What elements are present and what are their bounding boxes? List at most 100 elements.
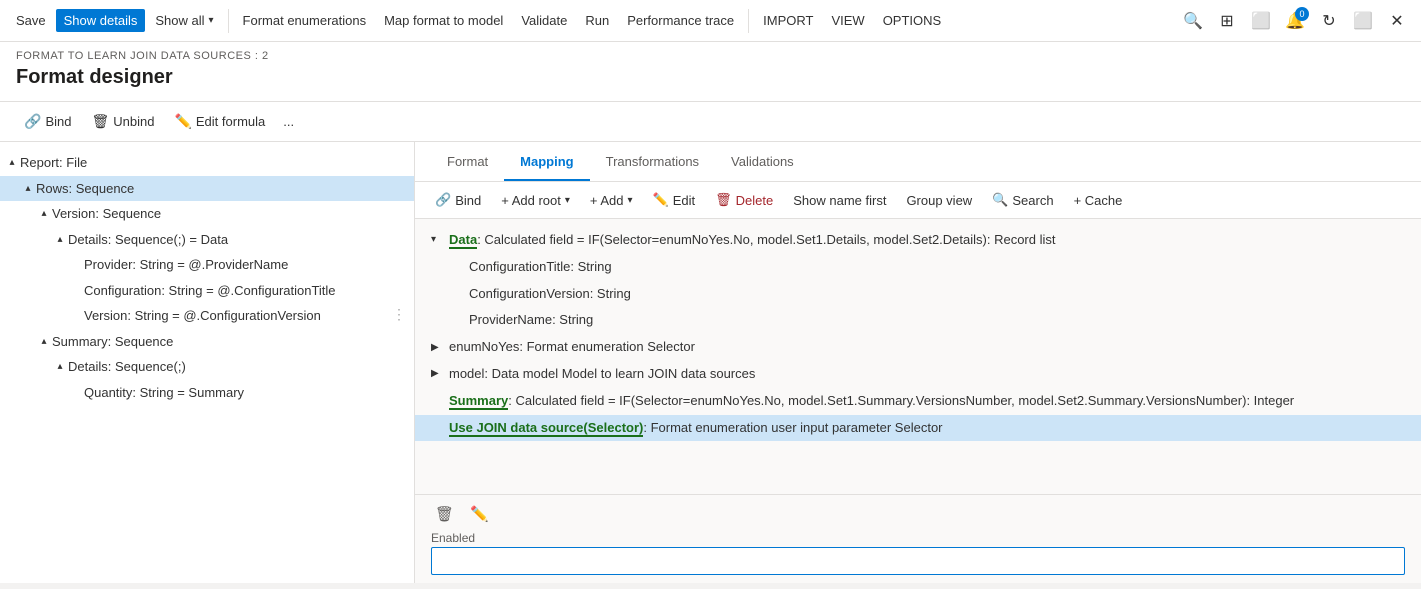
add-button[interactable]: + Add ▾ [582, 189, 641, 212]
popout-button[interactable]: ⬜ [1347, 5, 1379, 37]
tree-toggle-icon: ▴ [20, 181, 36, 196]
map-toggle-icon: ▾ [431, 232, 449, 248]
format-enumerations-button[interactable]: Format enumerations [235, 9, 375, 32]
map-item[interactable]: ConfigurationTitle: String [415, 254, 1421, 281]
map-item[interactable]: ▾Data: Calculated field = IF(Selector=en… [415, 227, 1421, 254]
map-label: Use JOIN data source(Selector): Format e… [449, 418, 943, 439]
import-button[interactable]: IMPORT [755, 9, 821, 32]
map-format-to-model-button[interactable]: Map format to model [376, 9, 511, 32]
separator-1 [228, 9, 229, 33]
formula-text: model: Data model Model to learn JOIN da… [449, 366, 755, 381]
search-button[interactable]: 🔍 Search [984, 188, 1061, 212]
tree-item[interactable]: Provider: String = @.ProviderName [0, 252, 414, 278]
tabs-bar: Format Mapping Transformations Validatio… [415, 142, 1421, 182]
tree-item[interactable]: Quantity: String = Summary [0, 380, 414, 406]
formula-text: ConfigurationVersion: String [469, 286, 631, 301]
grid-icon-button[interactable]: ⊞ [1211, 5, 1243, 37]
tree-label: Provider: String = @.ProviderName [84, 255, 288, 275]
more-options-button[interactable]: ... [277, 110, 300, 133]
notification-count: 0 [1295, 7, 1309, 21]
show-details-button[interactable]: Show details [56, 9, 146, 32]
formula-text: ConfigurationTitle: String [469, 259, 612, 274]
cache-button[interactable]: + Cache [1066, 189, 1131, 212]
mapping-toolbar: 🔗 Bind + Add root ▾ + Add ▾ ✏️ Edit 🗑 De… [415, 182, 1421, 219]
formula-text: : Calculated field = IF(Selector=enumNoY… [508, 393, 1294, 408]
chevron-root-icon: ▾ [565, 195, 570, 206]
formula-text: ProviderName: String [469, 312, 593, 327]
tab-transformations[interactable]: Transformations [590, 144, 715, 181]
tree-label: Report: File [20, 153, 87, 173]
chevron-add-icon: ▾ [628, 195, 633, 206]
tree-label: Details: Sequence(;) = Data [68, 230, 228, 250]
tree-item[interactable]: ▴Details: Sequence(;) [0, 354, 414, 380]
bind-icon-map: 🔗 [435, 192, 451, 208]
map-item[interactable]: ▶enumNoYes: Format enumeration Selector [415, 334, 1421, 361]
options-button[interactable]: OPTIONS [875, 9, 950, 32]
run-button[interactable]: Run [577, 9, 617, 32]
search-icon-button[interactable]: 🔍 [1177, 5, 1209, 37]
tree-label: Version: String = @.ConfigurationVersion [84, 306, 321, 326]
tree-item[interactable]: Version: String = @.ConfigurationVersion [0, 303, 414, 329]
tab-mapping[interactable]: Mapping [504, 144, 589, 181]
main-content: ▴Report: File▴Rows: Sequence▴Version: Se… [0, 142, 1421, 583]
separator-2 [748, 9, 749, 33]
bottom-edit-button[interactable]: ✏️ [466, 503, 493, 525]
validate-button[interactable]: Validate [513, 9, 575, 32]
map-label: Summary: Calculated field = IF(Selector=… [449, 391, 1294, 412]
tree-toggle-icon: ▴ [52, 359, 68, 374]
tab-validations[interactable]: Validations [715, 144, 810, 181]
tree-label: Quantity: String = Summary [84, 383, 244, 403]
tree-item[interactable]: Configuration: String = @.ConfigurationT… [0, 278, 414, 304]
tree-toggle-icon: ▴ [36, 334, 52, 349]
close-button[interactable]: ✕ [1381, 5, 1413, 37]
tree-label: Details: Sequence(;) [68, 357, 186, 377]
view-button[interactable]: VIEW [823, 9, 872, 32]
bind-sub-button[interactable]: 🔗 Bind [16, 109, 79, 134]
map-item[interactable]: ConfigurationVersion: String [415, 281, 1421, 308]
tree-item[interactable]: ▴Details: Sequence(;) = Data [0, 227, 414, 253]
tree-item[interactable]: ▴Report: File [0, 150, 414, 176]
edit-icon: ✏️ [174, 113, 191, 130]
show-name-first-button[interactable]: Show name first [785, 189, 894, 212]
map-label: ConfigurationTitle: String [469, 257, 612, 278]
map-label: model: Data model Model to learn JOIN da… [449, 364, 755, 385]
top-toolbar: Save Show details Show all ▾ Format enum… [0, 0, 1421, 42]
tree-label: Version: Sequence [52, 204, 161, 224]
tree-label: Configuration: String = @.ConfigurationT… [84, 281, 336, 301]
tab-format[interactable]: Format [431, 144, 504, 181]
office-icon-button[interactable]: ⬜ [1245, 5, 1277, 37]
page-header: FORMAT TO LEARN JOIN DATA SOURCES : 2 Fo… [0, 42, 1421, 102]
edit-formula-button[interactable]: ✏️ Edit formula [166, 109, 273, 134]
tree-toggle-icon: ▴ [36, 206, 52, 221]
mapping-bind-button[interactable]: 🔗 Bind [427, 188, 489, 212]
field-name: Summary [449, 393, 508, 410]
left-panel: ▴Report: File▴Rows: Sequence▴Version: Se… [0, 142, 415, 583]
mapping-tree: ▾Data: Calculated field = IF(Selector=en… [415, 219, 1421, 494]
map-item[interactable]: Use JOIN data source(Selector): Format e… [415, 415, 1421, 442]
map-item[interactable]: ▶model: Data model Model to learn JOIN d… [415, 361, 1421, 388]
unbind-button[interactable]: 🗑 Unbind [83, 109, 162, 134]
tree-label: Summary: Sequence [52, 332, 173, 352]
map-item[interactable]: Summary: Calculated field = IF(Selector=… [415, 388, 1421, 415]
tree-label: Rows: Sequence [36, 179, 134, 199]
tree-item[interactable]: ▴Rows: Sequence [0, 176, 414, 202]
map-item[interactable]: ProviderName: String [415, 307, 1421, 334]
refresh-button[interactable]: ↻ [1313, 5, 1345, 37]
delete-button[interactable]: 🗑 Delete [707, 188, 781, 212]
bottom-delete-button[interactable]: 🗑 [431, 503, 458, 525]
tree-item[interactable]: ▴Version: Sequence [0, 201, 414, 227]
search-map-icon: 🔍 [992, 192, 1008, 208]
performance-trace-button[interactable]: Performance trace [619, 9, 742, 32]
map-toggle-icon: ▶ [431, 366, 449, 382]
group-view-button[interactable]: Group view [898, 189, 980, 212]
breadcrumb: FORMAT TO LEARN JOIN DATA SOURCES : 2 [16, 50, 1405, 62]
drag-handle-icon: ⋮ [392, 306, 406, 323]
bottom-area: 🗑 ✏️ Enabled [415, 494, 1421, 583]
save-button[interactable]: Save [8, 9, 54, 32]
tree-item[interactable]: ▴Summary: Sequence [0, 329, 414, 355]
show-all-button[interactable]: Show all ▾ [147, 9, 221, 32]
add-root-button[interactable]: + Add root ▾ [493, 189, 578, 212]
edit-button[interactable]: ✏️ Edit [645, 188, 704, 212]
enabled-input[interactable] [431, 547, 1405, 575]
chevron-down-icon: ▾ [209, 15, 214, 26]
